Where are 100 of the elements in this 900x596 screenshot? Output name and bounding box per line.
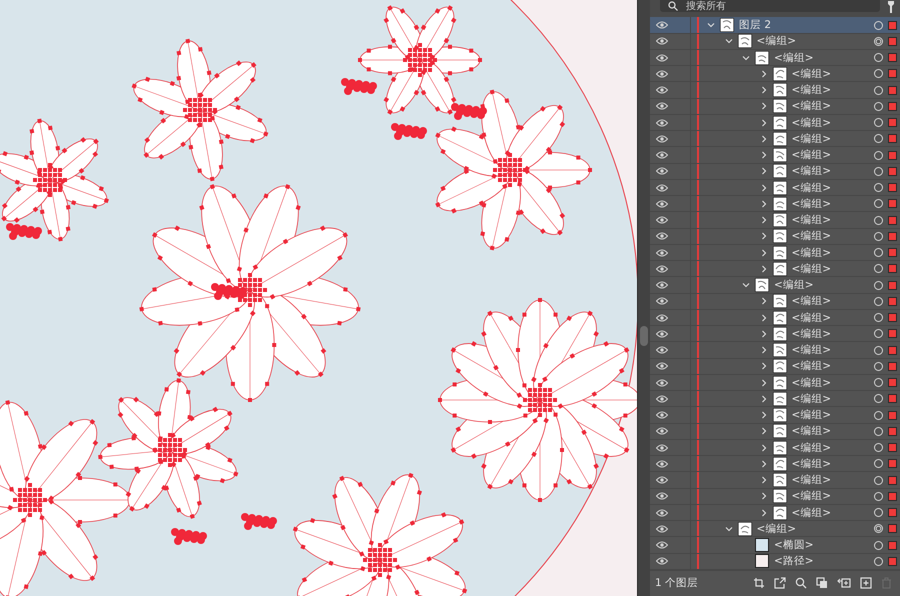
target-icon[interactable] bbox=[873, 182, 884, 194]
selection-square-icon[interactable] bbox=[888, 296, 897, 306]
eye-icon[interactable] bbox=[656, 70, 668, 78]
eye-icon[interactable] bbox=[656, 541, 668, 550]
chevron-icon[interactable] bbox=[707, 21, 715, 30]
chevron-icon[interactable] bbox=[760, 102, 768, 110]
layer-row[interactable]: <编组> bbox=[650, 342, 900, 359]
selection-square-icon[interactable] bbox=[888, 264, 897, 274]
chevron-icon[interactable] bbox=[742, 54, 750, 62]
target-icon[interactable] bbox=[873, 117, 884, 128]
chevron-icon[interactable] bbox=[760, 297, 768, 306]
chevron-icon[interactable] bbox=[760, 232, 768, 240]
eye-icon[interactable] bbox=[656, 330, 668, 338]
layer-row[interactable]: <编组> bbox=[650, 391, 900, 408]
layer-row[interactable]: <编组> bbox=[650, 277, 900, 294]
eye-icon[interactable] bbox=[656, 508, 668, 517]
selection-square-icon[interactable] bbox=[888, 313, 897, 322]
target-icon[interactable] bbox=[873, 247, 884, 258]
eye-icon[interactable] bbox=[656, 557, 668, 566]
layer-row[interactable]: <编组> bbox=[650, 196, 900, 212]
eye-icon[interactable] bbox=[656, 232, 668, 240]
chevron-icon[interactable] bbox=[760, 248, 768, 257]
selection-square-icon[interactable] bbox=[888, 476, 897, 485]
layer-row[interactable]: <编组> bbox=[650, 98, 900, 115]
target-icon[interactable] bbox=[873, 20, 884, 31]
layer-row[interactable]: <编组> bbox=[650, 180, 900, 196]
selection-square-icon[interactable] bbox=[888, 426, 897, 436]
plus-arrow-icon[interactable] bbox=[837, 577, 851, 590]
selection-square-icon[interactable] bbox=[888, 86, 897, 95]
layer-row[interactable]: <编组> bbox=[650, 521, 900, 538]
target-icon[interactable] bbox=[873, 377, 884, 388]
eye-icon[interactable] bbox=[656, 248, 668, 257]
target-icon[interactable] bbox=[873, 84, 884, 96]
eye-icon[interactable] bbox=[656, 264, 668, 273]
target-icon[interactable] bbox=[873, 52, 884, 64]
target-icon[interactable] bbox=[873, 166, 884, 177]
eye-icon[interactable] bbox=[656, 21, 668, 30]
target-icon[interactable] bbox=[873, 490, 884, 502]
layer-row[interactable]: <椭圆> bbox=[650, 537, 900, 554]
layer-row[interactable]: <编组> bbox=[650, 472, 900, 489]
chevron-icon[interactable] bbox=[760, 378, 768, 387]
selection-square-icon[interactable] bbox=[888, 459, 897, 468]
selection-square-icon[interactable] bbox=[888, 199, 897, 208]
eye-icon[interactable] bbox=[656, 444, 668, 452]
selection-square-icon[interactable] bbox=[888, 36, 897, 46]
layer-row[interactable]: <编组> bbox=[650, 488, 900, 505]
eye-icon[interactable] bbox=[656, 200, 668, 208]
selection-square-icon[interactable] bbox=[888, 118, 897, 128]
eye-icon[interactable] bbox=[656, 216, 668, 224]
eye-icon[interactable] bbox=[656, 134, 668, 143]
chevron-icon[interactable] bbox=[760, 264, 768, 273]
target-icon[interactable] bbox=[873, 474, 884, 486]
chevron-icon[interactable] bbox=[760, 394, 768, 403]
target-icon[interactable] bbox=[873, 410, 884, 421]
selection-square-icon[interactable] bbox=[888, 443, 897, 452]
eye-icon[interactable] bbox=[656, 86, 668, 94]
chevron-icon[interactable] bbox=[724, 37, 732, 46]
selection-square-icon[interactable] bbox=[888, 183, 897, 192]
chevron-icon[interactable] bbox=[760, 411, 768, 420]
chevron-icon[interactable] bbox=[760, 492, 768, 500]
chevron-icon[interactable] bbox=[760, 118, 768, 127]
layer-row[interactable]: <编组> bbox=[650, 228, 900, 245]
layer-row[interactable]: <编组> bbox=[650, 34, 900, 50]
selection-square-icon[interactable] bbox=[888, 410, 897, 420]
chevron-icon[interactable] bbox=[760, 476, 768, 484]
target-icon[interactable] bbox=[873, 263, 884, 274]
target-icon[interactable] bbox=[873, 507, 884, 518]
search-field[interactable]: 搜索所有 bbox=[660, 0, 880, 12]
target-icon[interactable] bbox=[873, 523, 884, 534]
bracket-icon[interactable] bbox=[753, 577, 765, 590]
layer-row[interactable]: <编组> bbox=[650, 147, 900, 164]
target-icon[interactable] bbox=[873, 150, 884, 161]
selection-square-icon[interactable] bbox=[888, 346, 897, 355]
eye-icon[interactable] bbox=[656, 492, 668, 500]
selection-square-icon[interactable] bbox=[888, 216, 897, 225]
eye-icon[interactable] bbox=[656, 37, 668, 46]
layer-row[interactable]: <路径> bbox=[650, 554, 900, 570]
layer-row[interactable]: <编组> bbox=[650, 358, 900, 375]
eye-icon[interactable] bbox=[656, 524, 668, 533]
chevron-icon[interactable] bbox=[760, 134, 768, 143]
eye-icon[interactable] bbox=[656, 476, 668, 484]
chevron-icon[interactable] bbox=[760, 427, 768, 436]
selection-square-icon[interactable] bbox=[888, 492, 897, 501]
eye-icon[interactable] bbox=[656, 102, 668, 110]
layer-row[interactable]: 图层 2 bbox=[650, 17, 900, 34]
chevron-icon[interactable] bbox=[760, 216, 768, 224]
selection-square-icon[interactable] bbox=[888, 20, 897, 30]
selection-square-icon[interactable] bbox=[888, 524, 897, 534]
layer-row[interactable]: <编组> bbox=[650, 424, 900, 440]
new-layer-icon[interactable] bbox=[860, 577, 872, 590]
target-icon[interactable] bbox=[873, 540, 884, 551]
selection-square-icon[interactable] bbox=[888, 166, 897, 176]
target-icon[interactable] bbox=[873, 360, 884, 372]
target-icon[interactable] bbox=[873, 312, 884, 324]
layer-row[interactable]: <编组> bbox=[650, 66, 900, 82]
chevron-icon[interactable] bbox=[724, 524, 732, 533]
chevron-icon[interactable] bbox=[742, 281, 750, 290]
chevron-icon[interactable] bbox=[760, 508, 768, 517]
target-icon[interactable] bbox=[873, 344, 884, 356]
selection-square-icon[interactable] bbox=[888, 150, 897, 160]
